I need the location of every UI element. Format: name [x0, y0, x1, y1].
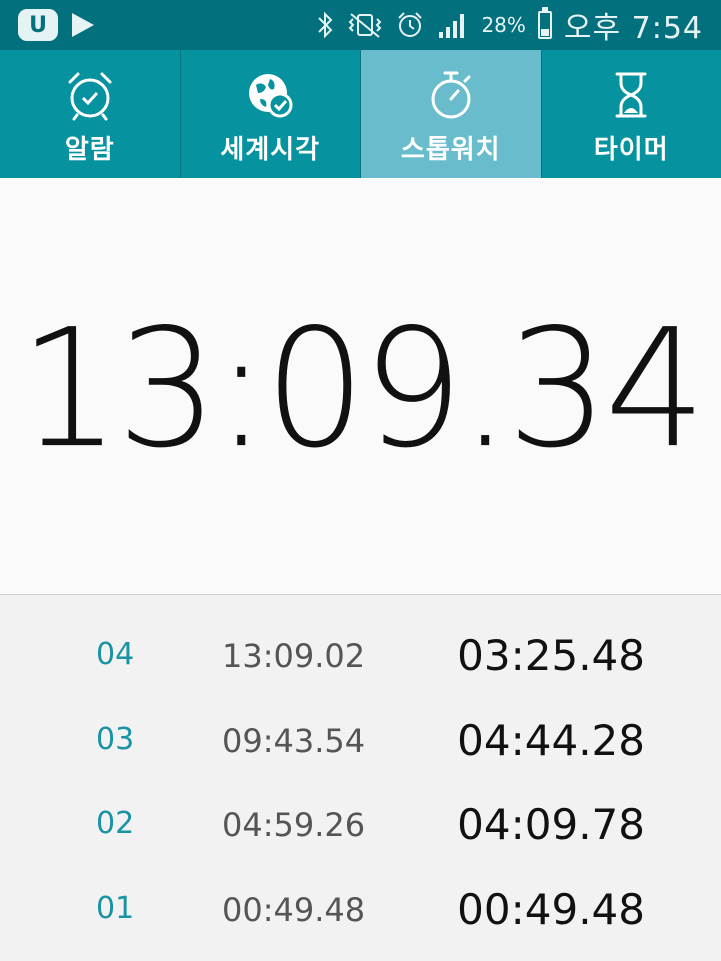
u-plus-app-icon: U	[18, 9, 58, 41]
tab-stopwatch[interactable]: 스톱워치	[361, 50, 542, 178]
alarm-clock-icon	[395, 10, 425, 40]
lap-number: 01	[96, 891, 135, 926]
lap-number: 03	[96, 722, 135, 757]
lap-split-time: 04:09.78	[457, 800, 645, 849]
tab-label: 타이머	[593, 134, 669, 165]
lap-number: 04	[96, 637, 135, 672]
status-bar: U 28% 오후 7:54	[0, 0, 721, 50]
lap-row: 04 13:09.02 03:25.48	[0, 615, 721, 699]
battery-percent: 28%	[481, 13, 526, 37]
stopwatch-display: 13:09.34	[0, 178, 721, 594]
globe-check-icon	[244, 67, 296, 123]
hourglass-icon	[605, 67, 657, 123]
lap-row: 03 09:43.54 04:44.28	[0, 700, 721, 784]
lap-split-time: 03:25.48	[457, 631, 645, 680]
bluetooth-icon	[315, 10, 335, 40]
lap-number: 02	[96, 806, 135, 841]
battery-icon	[537, 7, 552, 39]
tab-world-clock[interactable]: 세계시각	[181, 50, 361, 178]
elapsed-time: 13:09.34	[18, 292, 707, 484]
tab-label: 스톱워치	[400, 134, 501, 165]
status-right: 28% 오후 7:54	[315, 4, 703, 46]
lap-row: 01 00:49.48 00:49.48	[0, 869, 721, 953]
status-left: U	[18, 9, 94, 41]
play-icon	[72, 13, 94, 37]
lap-total-time: 09:43.54	[222, 722, 366, 760]
battery-level	[540, 29, 549, 36]
vibrate-mode-icon	[347, 10, 383, 40]
tab-bar: 알람 세계시각 스톱워치 타이머	[0, 50, 721, 178]
lap-split-time: 04:44.28	[457, 716, 645, 765]
lap-split-time: 00:49.48	[457, 885, 645, 934]
stopwatch-icon	[425, 67, 477, 123]
tab-label: 세계시각	[220, 134, 321, 165]
lap-total-time: 13:09.02	[222, 637, 366, 675]
lap-row: 02 04:59.26 04:09.78	[0, 784, 721, 868]
lap-list: 04 13:09.02 03:25.48 03 09:43.54 04:44.2…	[0, 595, 721, 961]
lap-total-time: 04:59.26	[222, 806, 366, 844]
tab-label: 알람	[64, 134, 115, 165]
alarm-clock-icon	[64, 67, 116, 123]
signal-strength-icon	[437, 10, 469, 40]
tab-alarm[interactable]: 알람	[0, 50, 181, 178]
lap-total-time: 00:49.48	[222, 891, 366, 929]
status-clock: 오후 7:54	[563, 11, 703, 46]
tab-timer[interactable]: 타이머	[542, 50, 721, 178]
